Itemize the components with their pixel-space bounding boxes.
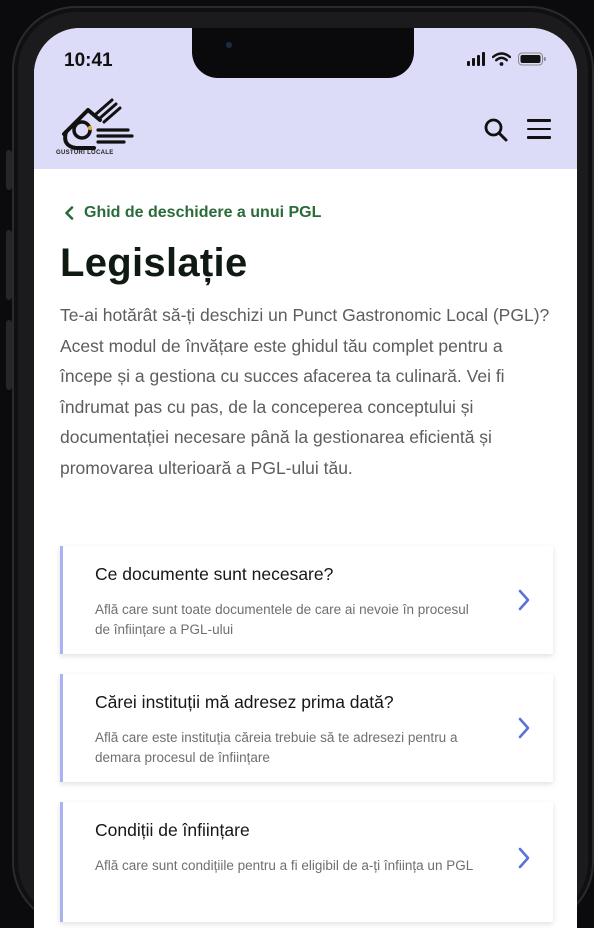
intro-paragraph: Te-ai hotărât să-ți deschizi un Punct Ga… xyxy=(60,305,550,478)
card-conditions[interactable]: Condiții de înființare Află care sunt co… xyxy=(60,802,553,922)
phone-volume-up-button xyxy=(6,230,12,300)
page-title: Legislație xyxy=(60,241,248,285)
search-icon[interactable] xyxy=(483,117,509,143)
card-description: Află care sunt condițiile pentru a fi el… xyxy=(95,858,474,873)
chevron-right-icon xyxy=(518,717,530,739)
signal-icon xyxy=(467,52,485,66)
card-description: Află care sunt toate documentele de care… xyxy=(95,602,469,637)
phone-side-button xyxy=(6,150,12,190)
card-title: Ce documente sunt necesare? xyxy=(95,564,334,584)
wifi-icon xyxy=(492,52,511,66)
chevron-right-icon xyxy=(518,589,530,611)
back-link[interactable]: Ghid de deschidere a unui PGL xyxy=(64,204,321,222)
card-documents[interactable]: Ce documente sunt necesare? Află care su… xyxy=(60,546,553,654)
notch xyxy=(192,28,414,78)
chevron-right-icon xyxy=(518,847,530,869)
phone-volume-down-button xyxy=(6,320,12,390)
logo-text: GUSTURI LOCALE xyxy=(56,150,114,156)
status-time: 10:41 xyxy=(64,50,113,71)
card-title: Condiții de înființare xyxy=(95,820,250,840)
menu-icon[interactable] xyxy=(527,119,551,141)
back-chevron-icon xyxy=(65,206,74,220)
back-link-label: Ghid de deschidere a unui PGL xyxy=(84,204,322,221)
camera-dot xyxy=(226,42,232,48)
card-title: Cărei instituții mă adresez prima dată? xyxy=(95,692,394,712)
phone-screen: 10:41 GUSTURI LOCALE Ghid de deschidere … xyxy=(34,28,577,928)
card-description: Află care este instituția căreia trebuie… xyxy=(95,730,458,765)
battery-icon xyxy=(518,52,546,66)
status-icons xyxy=(467,52,547,66)
card-institution[interactable]: Cărei instituții mă adresez prima dată? … xyxy=(60,674,553,782)
